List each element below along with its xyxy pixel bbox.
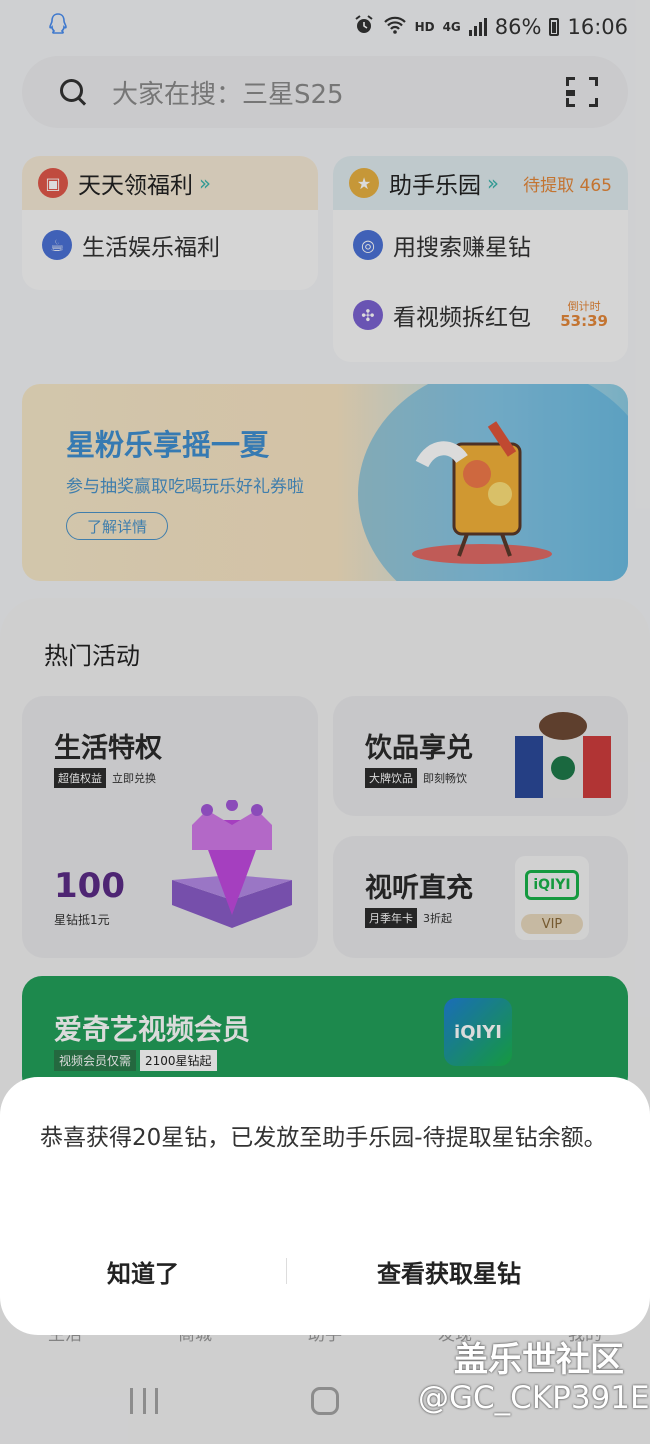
view-diamonds-button[interactable]: 查看获取星钻 bbox=[287, 1254, 611, 1289]
watermark-user: @GC_CKP391E bbox=[418, 1380, 650, 1416]
dialog-buttons: 知道了 查看获取星钻 bbox=[0, 1243, 650, 1299]
ok-button[interactable]: 知道了 bbox=[0, 1254, 286, 1289]
dialog-message: 恭喜获得20星钻，已发放至助手乐园-待提取星钻余额。 bbox=[40, 1125, 607, 1151]
recents-icon[interactable] bbox=[130, 1388, 158, 1414]
reward-dialog: 恭喜获得20星钻，已发放至助手乐园-待提取星钻余额。 知道了 查看获取星钻 bbox=[0, 1077, 650, 1335]
watermark-community: 盖乐世社区 bbox=[454, 1340, 624, 1380]
home-icon[interactable] bbox=[311, 1387, 339, 1415]
